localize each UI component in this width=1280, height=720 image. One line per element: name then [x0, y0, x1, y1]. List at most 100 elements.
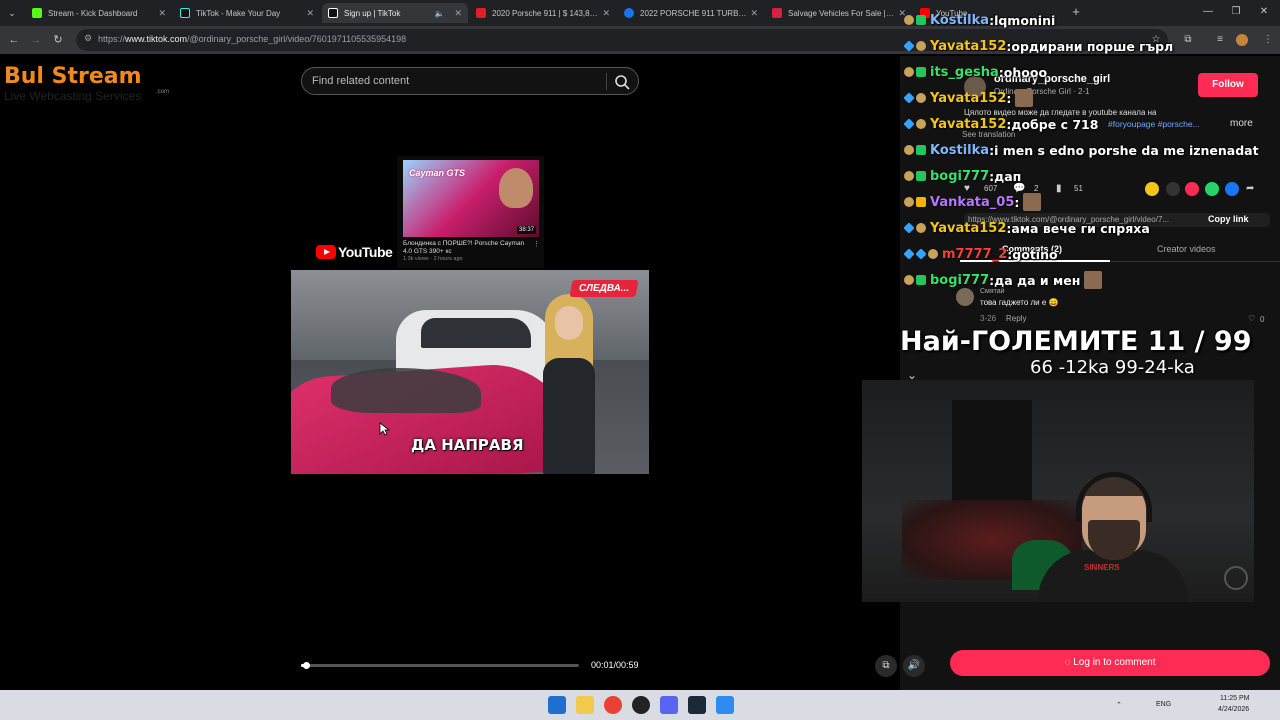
bulstream-logo: Bul Stream Live Webcasting Services .com: [4, 64, 184, 114]
obs-icon[interactable]: [632, 696, 650, 714]
windows-start-icon[interactable]: [548, 696, 566, 714]
tray-chevron-icon[interactable]: ⌃: [1116, 701, 1122, 709]
discord-icon[interactable]: [660, 696, 678, 714]
clock-time[interactable]: 11:25 PM: [1220, 695, 1249, 702]
url-host: www.tiktok.com: [125, 34, 188, 44]
chat-username[interactable]: Yavata152: [930, 39, 1006, 54]
chat-username[interactable]: Kostilka: [930, 143, 989, 158]
tab-label: TikTok - Make Your Day: [196, 8, 281, 18]
chat-message: bogi777 : да да и мен: [904, 268, 1103, 292]
circle-badge-icon: [916, 119, 926, 129]
chat-message: Kostilka : i men s edno porshe da me izn…: [904, 138, 1259, 162]
circle-badge-icon: [904, 171, 914, 181]
tab-iaa-salvage[interactable]: Salvage Vehicles For Sale | IAA ✕: [766, 3, 912, 23]
site-icon: [476, 8, 486, 18]
chat-username[interactable]: Vankata_05: [930, 195, 1014, 210]
forward-arrow-icon[interactable]: →: [28, 32, 44, 48]
emote-icon: [1023, 193, 1042, 211]
tiktok-video-column: Find related content Cayman GTS 38:37 Бл…: [291, 56, 649, 690]
close-icon[interactable]: ✕: [454, 8, 462, 19]
tab-tiktok[interactable]: TikTok - Make Your Day ✕: [174, 3, 320, 23]
shirt-text: SINNERS: [1084, 563, 1120, 572]
app-icon[interactable]: [716, 696, 734, 714]
gold-badge-icon: [916, 197, 926, 207]
reply-link[interactable]: Reply: [1006, 314, 1026, 323]
youtube-promo-card[interactable]: Cayman GTS 38:37 Блондинка с ПОРШЕ?! Por…: [397, 156, 544, 268]
chat-text: добре с 718: [1011, 116, 1099, 132]
back-arrow-icon[interactable]: ←: [6, 32, 22, 48]
presenter: [539, 294, 599, 474]
tab-porsche-2022[interactable]: 2022 PORSCHE 911 TURBO | E ✕: [618, 3, 764, 23]
video-progress-bar[interactable]: [301, 662, 579, 669]
green-badge-icon: [916, 171, 926, 181]
tab-kick-dashboard[interactable]: Stream - Kick Dashboard ✕: [26, 3, 172, 23]
chat-username[interactable]: bogi777: [930, 273, 989, 288]
video-time: 00:01/00:59: [591, 660, 639, 670]
clock-date[interactable]: 4/24/2026: [1218, 706, 1249, 713]
search-icon[interactable]: [613, 73, 631, 91]
video-player[interactable]: СЛЕДВА... ДА НАПРАВЯ: [291, 270, 649, 474]
circle-badge-icon: [904, 275, 914, 285]
file-explorer-icon[interactable]: [576, 696, 594, 714]
youtube-wordmark: YouTube: [338, 244, 393, 260]
comment-bubble-icon: ◌: [1064, 657, 1074, 668]
search-divider: [606, 73, 607, 90]
url-path: /@ordinary_porsche_girl/video/7601971105…: [187, 34, 407, 44]
reload-icon[interactable]: ↻: [50, 32, 66, 48]
tab-search-dropdown-icon[interactable]: ⌄: [4, 5, 20, 21]
damaged-hood: [331, 368, 481, 413]
chat-username[interactable]: its_gesha: [930, 65, 999, 80]
youtube-thumbnail[interactable]: Cayman GTS 38:37: [403, 160, 539, 237]
chat-username[interactable]: m7777_2: [942, 247, 1007, 262]
tab-porsche-2020[interactable]: 2020 Porsche 911 | $ 143,898 | E ✕: [470, 3, 616, 23]
volume-icon[interactable]: 🔊: [903, 655, 925, 677]
chat-message: Kostilka : lqmonini: [904, 8, 1055, 32]
search-input[interactable]: Find related content: [301, 67, 639, 95]
chat-username[interactable]: Yavata152: [930, 221, 1006, 236]
steam-icon[interactable]: [688, 696, 706, 714]
chat-message: its_gesha : ohooo: [904, 60, 1047, 84]
blue-badge-icon: [903, 40, 915, 52]
green-badge-icon: [916, 275, 926, 285]
chat-text: ордирани порше гърл: [1011, 38, 1174, 54]
video-duration: 38:37: [516, 226, 536, 234]
stream-chat-overlay: Kostilka : lqmonini Yavata152 : ордирани …: [903, 8, 1280, 304]
close-icon[interactable]: ✕: [306, 8, 314, 19]
chat-message: Yavata152 : ордирани порше гърл: [903, 34, 1174, 58]
close-icon[interactable]: ✕: [602, 8, 610, 19]
url-text[interactable]: https://www.tiktok.com/@ordinary_porsche…: [98, 34, 406, 44]
language-indicator[interactable]: ENG: [1156, 701, 1171, 708]
suv-windows: [421, 318, 531, 348]
chat-message: Vankata_05 :: [904, 190, 1042, 214]
site-info-icon[interactable]: ⚙: [84, 33, 92, 44]
chat-username[interactable]: bogi777: [930, 169, 989, 184]
more-options-icon[interactable]: ⋮: [533, 240, 540, 248]
streamer-webcam: SINNERS: [862, 380, 1254, 602]
picture-in-picture-icon[interactable]: ⧉: [875, 655, 897, 677]
next-label-badge: СЛЕДВА...: [569, 280, 639, 297]
log-in-to-comment-button[interactable]: ◌ Log in to comment: [950, 650, 1270, 676]
mouse-cursor-icon: [379, 422, 391, 436]
close-icon[interactable]: ✕: [158, 8, 166, 19]
chat-username[interactable]: Kostilka: [930, 13, 989, 28]
circle-badge-icon: [904, 197, 914, 207]
circle-badge-icon: [904, 15, 914, 25]
comment-like-icon[interactable]: ♡: [1248, 314, 1255, 323]
kick-icon: [32, 8, 42, 18]
emote-icon: [1015, 89, 1034, 107]
chat-username[interactable]: Yavata152: [930, 91, 1006, 106]
circle-badge-icon: [904, 145, 914, 155]
blue-badge-icon: [903, 222, 915, 234]
progress-knob[interactable]: [302, 662, 310, 669]
chat-message: Yavata152 : добре с 718: [903, 112, 1099, 136]
tab-sign-up-tiktok[interactable]: Sign up | TikTok 🔈 ✕: [322, 3, 468, 23]
comment-like-count: 0: [1260, 315, 1265, 324]
chat-separator: :: [1006, 90, 1012, 106]
youtube-video-title: Блондинка с ПОРШЕ?! Porsche Cayman 4.0 G…: [403, 240, 525, 255]
tab-label: Sign up | TikTok: [344, 8, 401, 18]
speaker-icon[interactable]: 🔈: [434, 9, 444, 18]
tiktok-icon: [180, 8, 190, 18]
close-icon[interactable]: ✕: [750, 8, 758, 19]
chrome-icon[interactable]: [604, 696, 622, 714]
chat-username[interactable]: Yavata152: [930, 117, 1006, 132]
